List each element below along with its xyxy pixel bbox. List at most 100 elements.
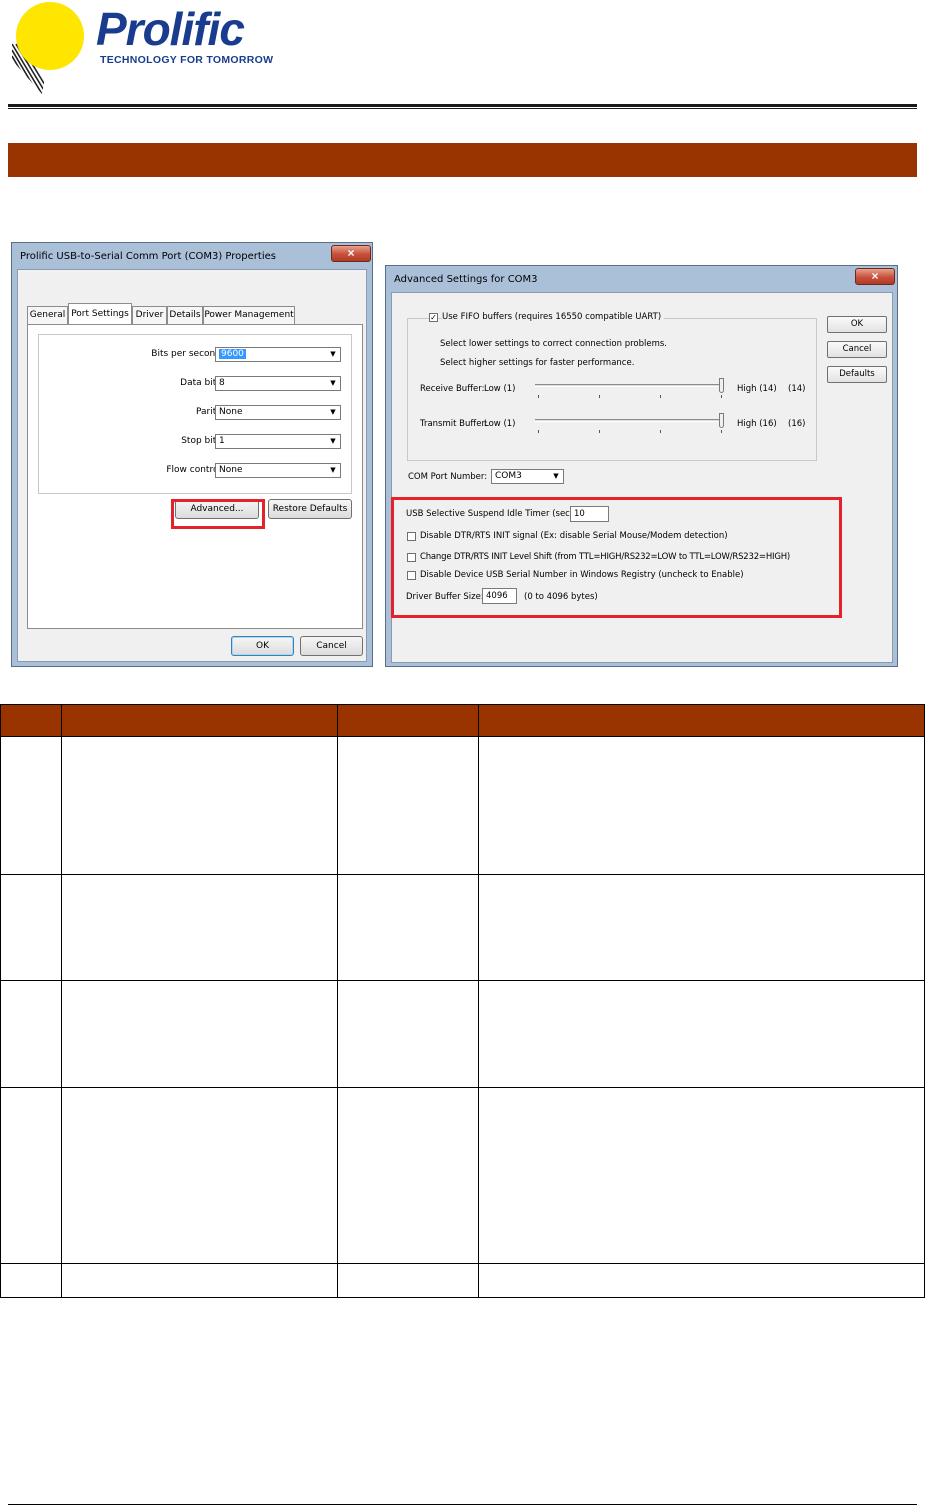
level-shift-checkbox[interactable]	[407, 553, 416, 562]
com-port-select[interactable]: COM3 ▼	[491, 469, 564, 484]
fifo-checkbox-label: Use FIFO buffers (requires 16550 compati…	[442, 312, 665, 322]
tab-driver[interactable]: Driver	[132, 306, 167, 324]
table-cell	[0, 980, 62, 1088]
table-cell	[60, 736, 338, 875]
tab-details[interactable]: Details	[167, 306, 203, 324]
receive-buffer-slider[interactable]	[535, 384, 723, 387]
tab-port-settings[interactable]: Port Settings	[68, 303, 132, 324]
table-cell	[0, 874, 62, 981]
data-bits-select[interactable]: 8 ▼	[215, 376, 341, 391]
disable-dtr-checkbox[interactable]	[407, 532, 416, 541]
disable-serial-number-checkbox[interactable]	[407, 571, 416, 580]
header-rule-thin	[8, 108, 917, 109]
window-title: Advanced Settings for COM3	[394, 274, 538, 285]
table-cell	[0, 1087, 62, 1264]
close-button[interactable]: ×	[855, 268, 895, 285]
table-header-cell	[478, 704, 925, 737]
receive-buffer-high: High (14)	[737, 384, 777, 394]
table-cell	[336, 1263, 480, 1298]
stop-bits-value: 1	[219, 436, 225, 446]
port-settings-panel: Bits per second: 9600 ▼ Data bits: 8 ▼ P…	[27, 324, 363, 629]
window-title: Prolific USB-to-Serial Comm Port (COM3) …	[20, 251, 276, 262]
transmit-tick	[538, 430, 539, 433]
stop-bits-select[interactable]: 1 ▼	[215, 434, 341, 449]
data-bits-value: 8	[219, 378, 225, 388]
table-cell	[336, 1087, 480, 1264]
transmit-slider-thumb[interactable]	[719, 413, 724, 428]
hint-lower-settings: Select lower settings to correct connect…	[440, 339, 667, 349]
level-shift-label: Change DTR/RTS INIT Level Shift (from TT…	[420, 552, 791, 562]
cancel-button[interactable]: Cancel	[300, 636, 363, 656]
bits-per-second-select[interactable]: 9600 ▼	[215, 347, 341, 362]
table-header-cell	[0, 704, 62, 737]
chevron-down-icon: ▼	[553, 472, 559, 480]
chevron-down-icon: ▼	[330, 350, 336, 358]
transmit-tick	[599, 430, 600, 433]
table-cell	[60, 1263, 338, 1298]
chevron-down-icon: ▼	[330, 379, 336, 387]
transmit-buffer-high: High (16)	[737, 419, 777, 429]
receive-slider-thumb[interactable]	[719, 378, 724, 393]
dialog-client-area: General Port Settings Driver Details Pow…	[17, 269, 367, 662]
prolific-logo: Prolific TECHNOLOGY FOR TOMORROW	[12, 0, 274, 96]
chevron-down-icon: ▼	[330, 437, 336, 445]
disable-serial-number-label: Disable Device USB Serial Number in Wind…	[420, 570, 744, 580]
brand-name: Prolific	[96, 3, 245, 55]
hint-higher-settings: Select higher settings for faster perfor…	[440, 358, 635, 368]
header-rule	[8, 104, 917, 107]
parity-select[interactable]: None ▼	[215, 405, 341, 420]
cancel-button[interactable]: Cancel	[827, 341, 887, 358]
parity-value: None	[219, 407, 243, 417]
bits-per-second-label: Bits per second:	[151, 349, 224, 359]
ok-button[interactable]: OK	[231, 636, 294, 656]
section-title-bar	[8, 143, 917, 177]
chevron-down-icon: ▼	[330, 466, 336, 474]
disable-dtr-label: Disable DTR/RTS INIT signal (Ex: disable…	[420, 531, 728, 541]
transmit-buffer-label: Transmit Buffer:	[420, 419, 488, 429]
bits-per-second-value: 9600	[219, 349, 246, 359]
com-port-value: COM3	[495, 471, 522, 481]
transmit-buffer-value: (16)	[788, 419, 806, 429]
table-row	[0, 1087, 925, 1264]
transmit-buffer-low: Low (1)	[484, 419, 516, 429]
table-cell	[336, 736, 480, 875]
ok-button[interactable]: OK	[827, 316, 887, 333]
transmit-buffer-slider[interactable]	[535, 419, 723, 422]
table-cell	[60, 874, 338, 981]
table-row	[0, 874, 925, 981]
advanced-settings-window: Advanced Settings for COM3 × ✓ Use FIFO …	[385, 265, 898, 667]
table-cell	[478, 874, 925, 981]
receive-tick	[538, 395, 539, 398]
advanced-button[interactable]: Advanced...	[175, 499, 259, 519]
transmit-tick	[721, 430, 722, 433]
tab-general[interactable]: General	[27, 306, 68, 324]
flow-control-value: None	[219, 465, 243, 475]
close-button[interactable]: ×	[331, 245, 371, 262]
restore-defaults-button[interactable]: Restore Defaults	[268, 499, 352, 519]
receive-buffer-label: Receive Buffer:	[420, 384, 485, 394]
defaults-button[interactable]: Defaults	[827, 366, 887, 383]
logo-sun-icon	[12, 2, 84, 94]
table-cell	[336, 980, 480, 1088]
table-row	[0, 736, 925, 875]
buffer-size-label: Driver Buffer Size:	[406, 592, 484, 602]
receive-tick	[599, 395, 600, 398]
receive-buffer-value: (14)	[788, 384, 806, 394]
footer-rule	[8, 1504, 917, 1505]
table-cell	[0, 1263, 62, 1298]
suspend-timer-input[interactable]: 10	[570, 506, 609, 522]
buffer-size-input[interactable]: 4096	[482, 588, 517, 604]
receive-buffer-low: Low (1)	[484, 384, 516, 394]
buffer-size-range: (0 to 4096 bytes)	[524, 592, 598, 602]
table-cell	[0, 736, 62, 875]
transmit-tick	[660, 430, 661, 433]
dialog-client-area: ✓ Use FIFO buffers (requires 16550 compa…	[391, 292, 893, 663]
flow-control-select[interactable]: None ▼	[215, 463, 341, 478]
table-header-cell	[336, 704, 480, 737]
table-row	[0, 1263, 925, 1298]
settings-table	[0, 704, 925, 1298]
fifo-checkbox[interactable]: ✓	[429, 313, 438, 322]
table-cell	[60, 1087, 338, 1264]
tab-power-management[interactable]: Power Management	[203, 306, 295, 324]
brand-tagline: TECHNOLOGY FOR TOMORROW	[100, 54, 274, 66]
